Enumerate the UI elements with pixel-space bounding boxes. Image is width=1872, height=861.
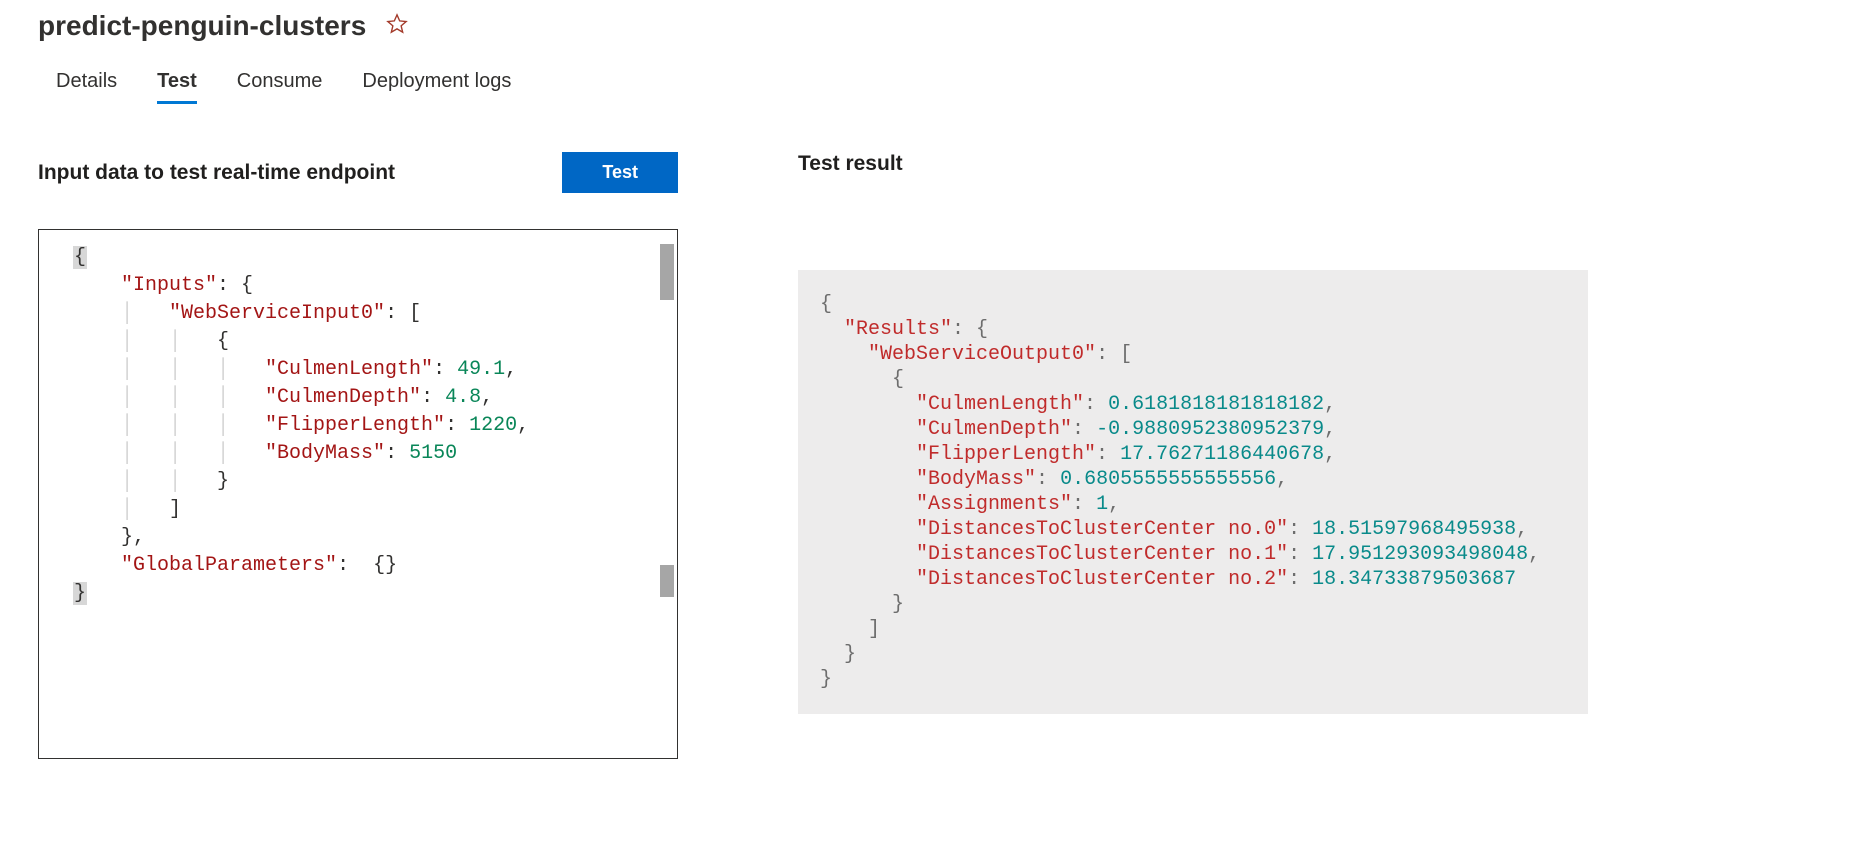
- r-culmen-depth-k: "CulmenDepth": [916, 418, 1072, 441]
- r-body-mass-k: "BodyMass": [916, 468, 1036, 491]
- k-flipper-length: "FlipperLength": [265, 414, 445, 437]
- r-flipper-length-v: 17.76271186440678: [1120, 443, 1324, 466]
- title-row: predict-penguin-clusters: [38, 10, 1872, 42]
- result-header: Test result: [798, 152, 1588, 176]
- r-d2-v: 18.34733879503687: [1312, 568, 1516, 591]
- k-culmen-depth: "CulmenDepth": [265, 386, 421, 409]
- v-body-mass: 5150: [409, 442, 457, 465]
- r-wso: "WebServiceOutput0": [868, 343, 1096, 366]
- r-culmen-depth-v: -0.9880952380952379: [1096, 418, 1324, 441]
- tab-test[interactable]: Test: [157, 70, 197, 104]
- tabs: Details Test Consume Deployment logs: [56, 70, 1872, 104]
- k-culmen-length: "CulmenLength": [265, 358, 433, 381]
- code-brace-open: {: [73, 246, 87, 269]
- r-d0-v: 18.51597968495938: [1312, 518, 1516, 541]
- page-title: predict-penguin-clusters: [38, 10, 366, 42]
- r-d0-k: "DistancesToClusterCenter no.0": [916, 518, 1288, 541]
- r-d2-k: "DistancesToClusterCenter no.2": [916, 568, 1288, 591]
- v-culmen-length: 49.1: [457, 358, 505, 381]
- scrollbar-vertical-thumb-top[interactable]: [660, 244, 674, 300]
- r-culmen-length-v: 0.6181818181818182: [1108, 393, 1324, 416]
- k-body-mass: "BodyMass": [265, 442, 385, 465]
- v-culmen-depth: 4.8: [445, 386, 481, 409]
- r-culmen-length-k: "CulmenLength": [916, 393, 1084, 416]
- input-header-row: Input data to test real-time endpoint Te…: [38, 152, 678, 193]
- r-flipper-length-k: "FlipperLength": [916, 443, 1096, 466]
- test-button[interactable]: Test: [562, 152, 678, 193]
- tab-deployment-logs[interactable]: Deployment logs: [362, 70, 511, 104]
- r-assignments-k: "Assignments": [916, 493, 1072, 516]
- result-code-block: { "Results": { "WebServiceOutput0": [ { …: [798, 270, 1588, 714]
- r-body-mass-v: 0.6805555555555556: [1060, 468, 1276, 491]
- r-d1-k: "DistancesToClusterCenter no.1": [916, 543, 1288, 566]
- code-brace-close: }: [73, 582, 87, 605]
- r-d1-v: 17.951293093498048: [1312, 543, 1528, 566]
- input-code-editor[interactable]: { "Inputs": { │ "WebServiceInput0": [ │ …: [38, 229, 678, 759]
- k-inputs: "Inputs": [121, 274, 217, 297]
- k-global-params: "GlobalParameters": [121, 554, 337, 577]
- tab-details[interactable]: Details: [56, 70, 117, 104]
- input-header: Input data to test real-time endpoint: [38, 161, 395, 185]
- k-wsi: "WebServiceInput0": [169, 302, 385, 325]
- r-assignments-v: 1: [1096, 493, 1108, 516]
- scrollbar-vertical-thumb-bottom[interactable]: [660, 565, 674, 597]
- r-results: "Results": [844, 318, 952, 341]
- v-flipper-length: 1220: [469, 414, 517, 437]
- favorite-star-icon[interactable]: [386, 13, 408, 40]
- content-row: Input data to test real-time endpoint Te…: [38, 152, 1872, 759]
- tab-consume[interactable]: Consume: [237, 70, 323, 104]
